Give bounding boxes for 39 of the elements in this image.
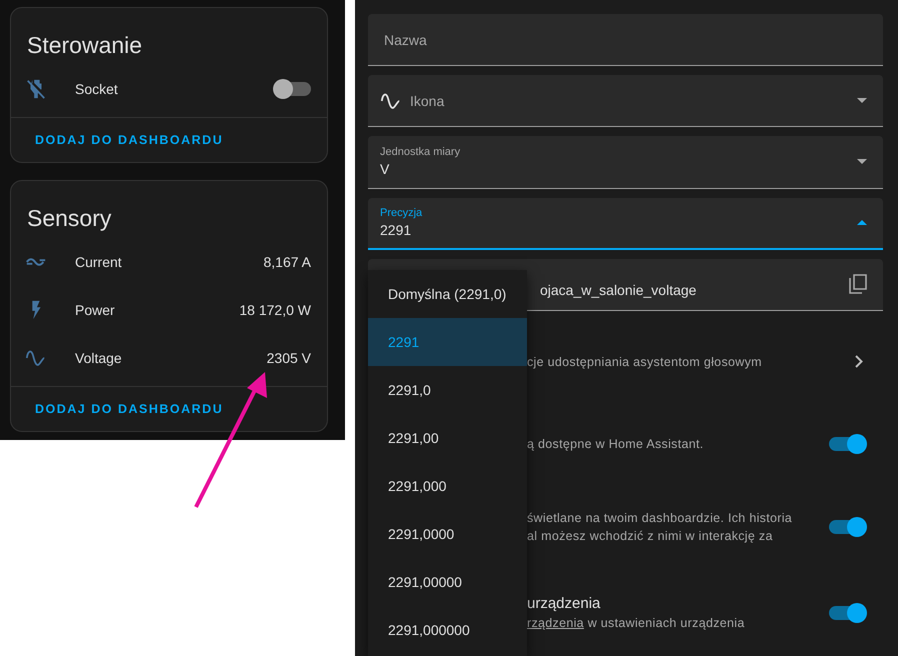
toggle-switch[interactable] — [829, 606, 865, 620]
icon-select[interactable]: Ikona — [368, 75, 883, 128]
menu-option[interactable]: 2291,000000 — [368, 606, 527, 654]
caret-icon — [857, 98, 867, 104]
entity-value: 8,167 A — [264, 254, 311, 270]
add-to-dashboard-button[interactable]: DODAJ DO DASHBOARDU — [35, 402, 327, 416]
setting-description: cje udostępniania asystentom głosowym — [527, 354, 763, 369]
menu-option[interactable]: 2291,00 — [368, 414, 527, 462]
entity-value: 18 172,0 W — [239, 302, 311, 318]
card-title: Sensory — [26, 204, 112, 233]
menu-option[interactable]: 2291,0 — [368, 366, 527, 414]
setting-title: urządzenia — [527, 595, 602, 612]
setting-description: al możesz wchodzić z nimi w interakcję za — [527, 528, 774, 543]
copy-icon[interactable] — [849, 274, 867, 294]
entity-name: Voltage — [75, 350, 123, 366]
chevron-right-icon[interactable] — [855, 355, 863, 368]
entity-name: Socket — [75, 81, 119, 97]
add-to-dashboard-button[interactable]: DODAJ DO DASHBOARDU — [35, 133, 327, 147]
name-field[interactable]: Nazwa — [368, 14, 883, 66]
menu-option[interactable]: 2291,000 — [368, 462, 527, 510]
toggle-switch[interactable] — [829, 520, 865, 534]
setting-description: ą dostępne w Home Assistant. — [527, 436, 705, 451]
entity-name: Current — [75, 254, 123, 270]
setting-description: rządzenia w ustawieniach urządzenia — [527, 616, 746, 630]
select-field[interactable]: Jednostka miary V — [368, 136, 883, 189]
menu-option[interactable]: 2291,00000 — [368, 558, 527, 606]
setting-description: świetlane na twoim dashboardzie. Ich historia — [527, 510, 794, 525]
select-field[interactable]: Precyzja 2291 — [368, 198, 883, 250]
plug-off-icon — [25, 78, 47, 100]
device-link[interactable]: rządzenia — [527, 616, 584, 630]
caret-icon — [857, 159, 867, 164]
entity-name: Power — [75, 302, 116, 318]
menu-option[interactable]: 2291 — [368, 318, 527, 366]
entity-value: 2305 V — [266, 350, 311, 366]
toggle-switch[interactable] — [275, 82, 311, 96]
menu-option[interactable]: 2291,0000 — [368, 510, 527, 558]
caret-icon — [857, 220, 867, 226]
toggle-switch[interactable] — [829, 436, 865, 451]
card-title: Sterowanie — [26, 31, 144, 60]
